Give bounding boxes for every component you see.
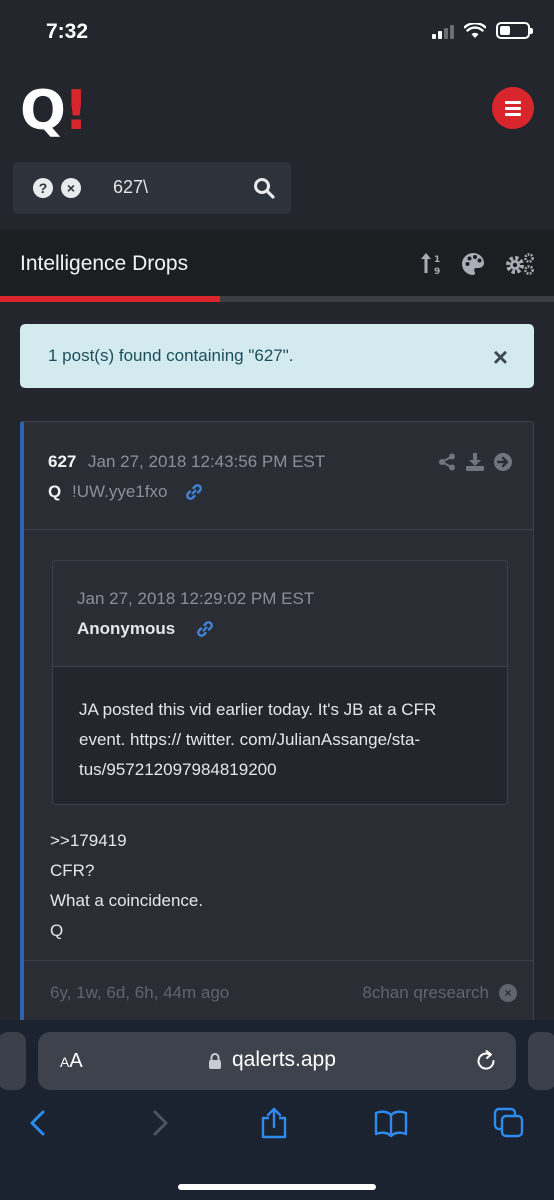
post-number[interactable]: 627 xyxy=(48,452,76,472)
quoted-post-author: Anonymous xyxy=(77,619,176,638)
post-text-line: CFR? xyxy=(50,861,95,880)
battery-icon xyxy=(496,22,533,39)
post-tripcode: !UW.yye1fxo xyxy=(72,482,168,501)
forward-icon[interactable] xyxy=(142,1106,176,1140)
post-source: 8chan qresearch xyxy=(362,983,489,1002)
link-icon[interactable] xyxy=(195,619,215,639)
menu-button[interactable] xyxy=(492,87,534,129)
next-tab-peek[interactable] xyxy=(528,1032,554,1090)
page-title: Intelligence Drops xyxy=(20,252,189,275)
quoted-post-text: JA posted this vid earlier today. It's J… xyxy=(79,695,479,785)
cogs-icon[interactable] xyxy=(504,251,536,277)
times-circle-icon[interactable]: × xyxy=(61,178,81,198)
alert-message: 1 post(s) found containing "627". xyxy=(48,346,294,365)
share-icon[interactable] xyxy=(437,452,457,472)
previous-tab-peek[interactable] xyxy=(0,1032,26,1090)
url-text[interactable]: qalerts.app xyxy=(232,1048,336,1072)
quoted-post-line: JA posted this vid earlier today. It's J… xyxy=(79,700,437,719)
home-indicator[interactable] xyxy=(178,1184,376,1190)
qalerts-logo[interactable]: Q! xyxy=(20,84,89,138)
times-circle-icon[interactable]: × xyxy=(499,984,517,1002)
reader-settings-button[interactable]: AA xyxy=(60,1050,83,1073)
post-text: >>179419 CFR? What a coincidence. Q xyxy=(50,826,203,946)
app-header: Q! xyxy=(0,66,554,150)
search-input[interactable]: 627\ xyxy=(113,177,148,198)
post-reply-link[interactable]: >>179419 xyxy=(50,826,203,856)
tabs-icon[interactable] xyxy=(492,1106,526,1140)
question-circle-icon[interactable]: ? xyxy=(33,178,53,198)
status-icons xyxy=(432,22,533,39)
bookmarks-icon[interactable] xyxy=(374,1106,408,1140)
post-header: 627 Jan 27, 2018 12:43:56 PM EST Q !UW.y… xyxy=(24,422,533,530)
quoted-post-date: Jan 27, 2018 12:29:02 PM EST xyxy=(77,589,315,608)
browser-toolbar: AA qalerts.app xyxy=(0,1020,554,1200)
lock-icon xyxy=(209,1053,221,1069)
reload-icon[interactable] xyxy=(474,1049,498,1073)
status-bar: 7:32 xyxy=(0,0,554,66)
scroll-progress-bar xyxy=(0,296,554,302)
svg-text:1: 1 xyxy=(434,255,440,265)
share-icon[interactable] xyxy=(257,1106,291,1140)
cellular-signal-icon xyxy=(432,23,454,39)
quoted-post: Jan 27, 2018 12:29:02 PM EST Anonymous J… xyxy=(52,560,508,805)
logo-bang: ! xyxy=(63,79,89,142)
wifi-icon xyxy=(464,22,486,38)
status-time: 7:32 xyxy=(46,20,89,43)
search-icon[interactable] xyxy=(253,177,275,199)
quoted-post-line: event. https:// twitter. com/JulianAssan… xyxy=(79,730,421,749)
quoted-post-header: Jan 27, 2018 12:29:02 PM EST Anonymous xyxy=(53,561,507,667)
quoted-post-line: tus/957212097984819200 xyxy=(79,760,277,779)
alert-close-button[interactable]: × xyxy=(493,344,508,370)
browser-nav-bar xyxy=(0,1106,554,1146)
title-bar: Intelligence Drops 1 9 xyxy=(0,230,554,296)
logo-q: Q xyxy=(20,79,66,142)
sort-numeric-icon[interactable]: 1 9 xyxy=(420,251,446,277)
search-result-alert: 1 post(s) found containing "627". × xyxy=(20,324,534,388)
link-icon[interactable] xyxy=(184,482,204,502)
post-age: 6y, 1w, 6d, 6h, 44m ago xyxy=(50,983,230,1002)
address-bar[interactable]: AA qalerts.app xyxy=(38,1032,516,1090)
post-actions xyxy=(437,452,513,472)
post-text-line: What a coincidence. xyxy=(50,891,204,910)
post-date: Jan 27, 2018 12:43:56 PM EST xyxy=(88,452,326,471)
post-card: 627 Jan 27, 2018 12:43:56 PM EST Q !UW.y… xyxy=(20,421,534,1031)
post-text-line: Q xyxy=(50,921,64,940)
download-icon[interactable] xyxy=(465,452,485,472)
post-author: Q xyxy=(48,482,62,501)
palette-icon[interactable] xyxy=(460,251,486,277)
arrow-circle-right-icon[interactable] xyxy=(493,452,513,472)
svg-text:9: 9 xyxy=(434,267,440,277)
back-icon[interactable] xyxy=(22,1106,56,1140)
hamburger-icon xyxy=(505,100,521,104)
search-box: ? × 627\ xyxy=(13,162,291,214)
